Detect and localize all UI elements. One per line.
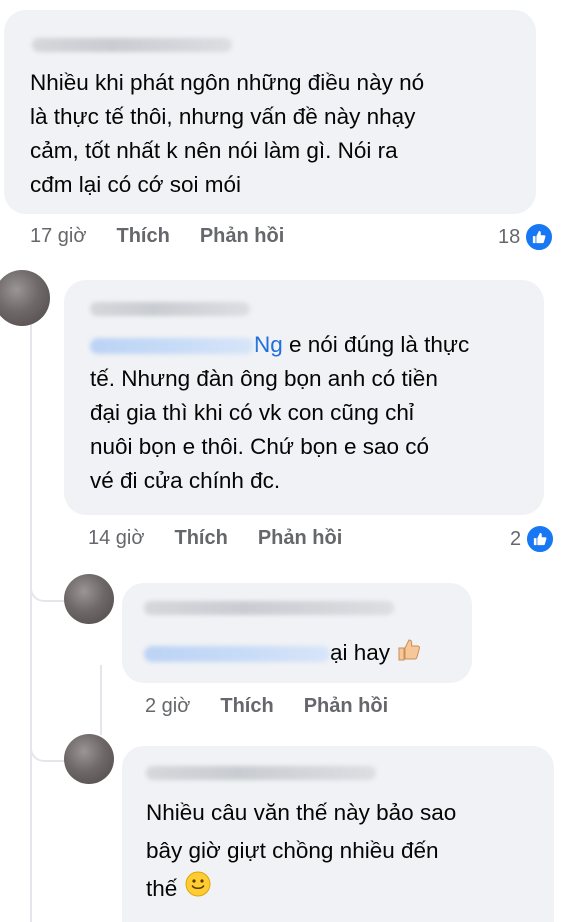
comment-bubble: ại hay xyxy=(122,583,472,683)
mention-blurred[interactable] xyxy=(90,338,254,355)
comment-time[interactable]: 17 giờ xyxy=(30,225,86,248)
comment-text-tail: ại hay xyxy=(330,640,391,665)
thread-line xyxy=(30,318,32,922)
thumbs-up-emoji xyxy=(396,636,422,672)
like-button[interactable]: Thích xyxy=(220,695,273,718)
comment-time[interactable]: 14 giờ xyxy=(88,527,144,550)
comment-text: Nhiều khi phát ngôn những điều này nó là… xyxy=(30,70,425,197)
comment-actions: 17 giờ Thích Phản hồi xyxy=(30,225,284,248)
commenter-name-blurred xyxy=(90,302,250,316)
comment-text: ại hay xyxy=(144,636,464,672)
reaction-summary[interactable]: 2 xyxy=(510,524,556,554)
comment-actions: 2 giờ Thích Phản hồi xyxy=(145,695,388,718)
reply-button[interactable]: Phản hồi xyxy=(200,225,284,248)
commenter-name-blurred xyxy=(146,766,376,780)
avatar[interactable] xyxy=(64,734,114,784)
comment-text-first: e nói đúng là thực xyxy=(282,332,470,357)
reaction-count: 18 xyxy=(498,225,521,248)
avatar[interactable] xyxy=(64,574,114,624)
commenter-name-blurred xyxy=(144,601,394,615)
comment-bubble: Nhiều câu văn thế này bảo sao bây giờ gi… xyxy=(122,746,554,922)
reaction-count: 2 xyxy=(510,527,522,550)
commenter-name-blurred xyxy=(32,38,232,52)
smiley-emoji xyxy=(184,870,212,910)
thread-line xyxy=(100,665,102,735)
mention-link[interactable]: Ng xyxy=(254,332,283,357)
like-icon xyxy=(524,222,555,252)
comment-actions: 14 giờ Thích Phản hồi xyxy=(88,527,342,550)
comment-bubble: Nhiều khi phát ngôn những điều này nó là… xyxy=(4,10,536,214)
reply-button[interactable]: Phản hồi xyxy=(258,527,342,550)
reply-button[interactable]: Phản hồi xyxy=(304,695,388,718)
comment-time[interactable]: 2 giờ xyxy=(145,695,190,718)
comment-text: Ng e nói đúng là thực tế. Nhưng đàn ông … xyxy=(90,328,540,498)
comment-bubble: Ng e nói đúng là thực tế. Nhưng đàn ông … xyxy=(64,280,544,515)
comment-text: Nhiều câu văn thế này bảo sao bây giờ gi… xyxy=(146,794,546,910)
like-button[interactable]: Thích xyxy=(116,225,169,248)
like-button[interactable]: Thích xyxy=(174,527,227,550)
mention-blurred[interactable] xyxy=(144,646,330,663)
like-icon xyxy=(525,524,556,554)
reaction-summary[interactable]: 18 xyxy=(498,222,555,252)
avatar[interactable] xyxy=(0,270,50,326)
comment-text-rest: tế. Nhưng đàn ông bọn anh có tiền đại gi… xyxy=(90,366,438,493)
